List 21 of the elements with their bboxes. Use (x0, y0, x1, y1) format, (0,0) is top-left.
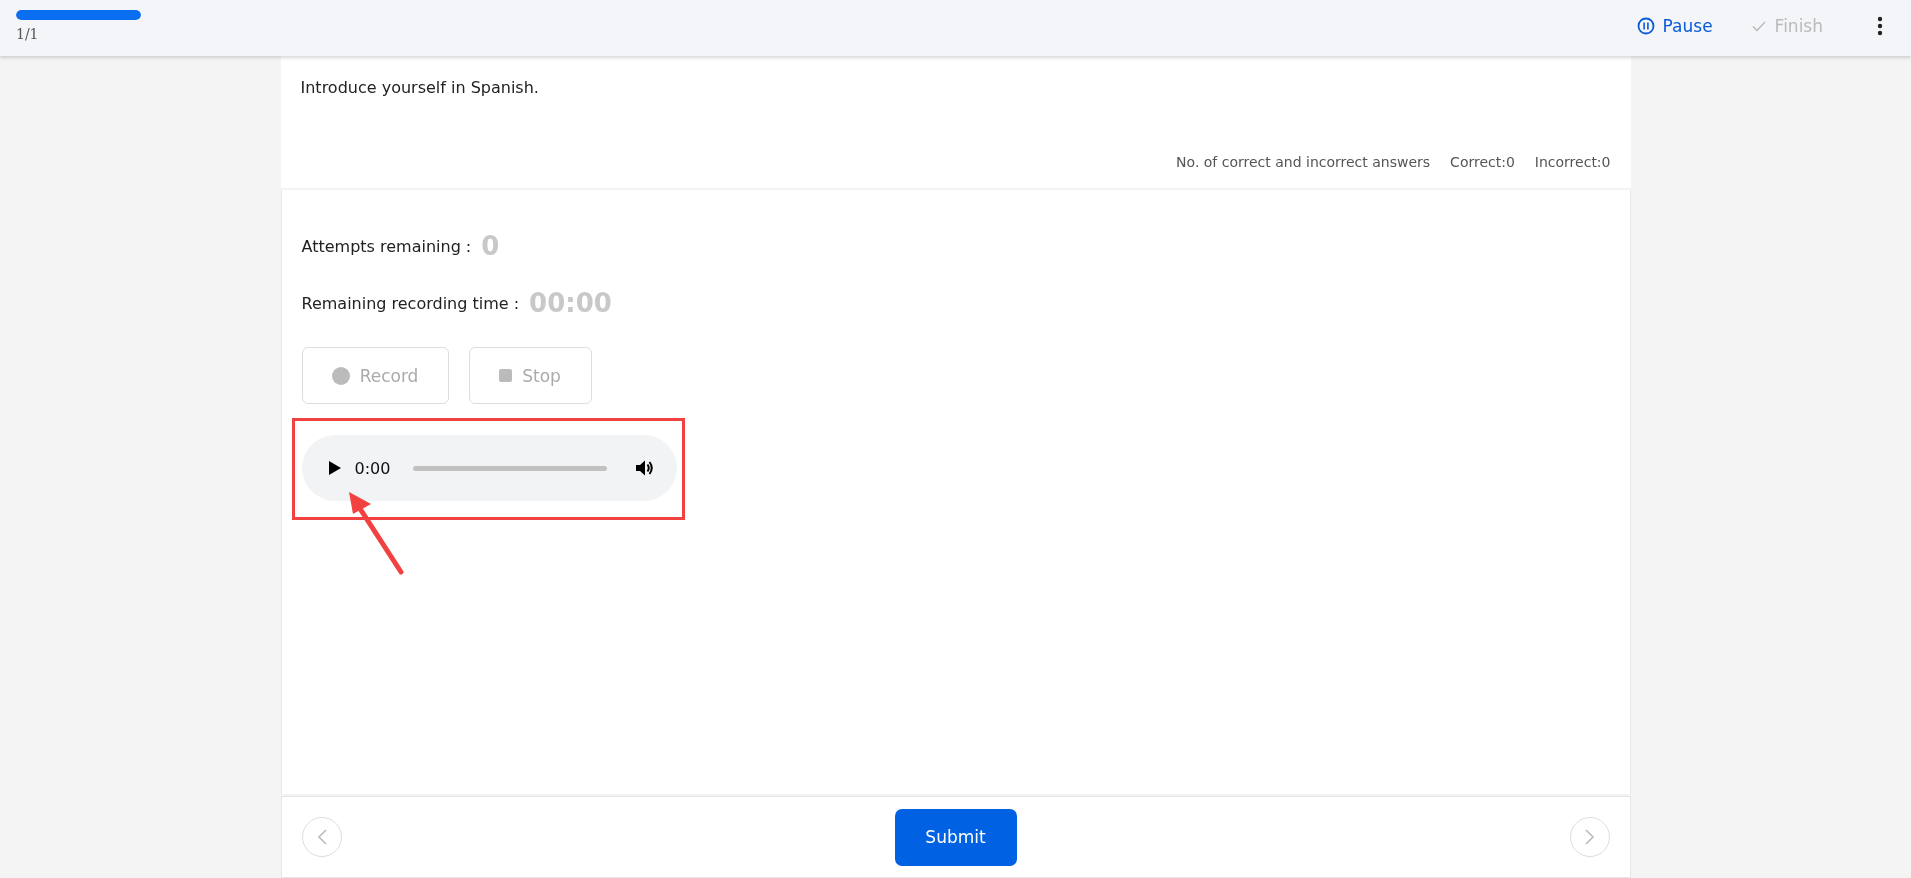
audio-player[interactable]: 0:00 (301, 435, 677, 501)
record-icon (331, 366, 350, 385)
stats-label: No. of correct and incorrect answers (1176, 154, 1431, 170)
recording-time-label: Remaining recording time : (301, 293, 520, 313)
attempts-label: Attempts remaining : (301, 236, 472, 256)
stop-icon (499, 369, 513, 382)
audio-time: 0:00 (354, 458, 392, 478)
incorrect-count: Incorrect:0 (1534, 154, 1611, 170)
submit-button[interactable]: Submit (894, 808, 1017, 866)
pause-button[interactable]: Pause (1636, 16, 1713, 36)
chevron-left-icon (315, 828, 328, 846)
play-icon[interactable] (328, 461, 341, 475)
check-icon (1750, 19, 1767, 33)
correct-count: Correct:0 (1450, 154, 1515, 170)
more-vertical-icon (1877, 16, 1883, 36)
chevron-right-icon (1583, 828, 1596, 846)
pause-icon (1636, 17, 1655, 35)
volume-icon[interactable] (634, 459, 655, 477)
seek-track[interactable] (412, 465, 607, 471)
question-counter: 1/1 (16, 26, 40, 42)
question-text: Introduce yourself in Spanish. (300, 78, 540, 97)
